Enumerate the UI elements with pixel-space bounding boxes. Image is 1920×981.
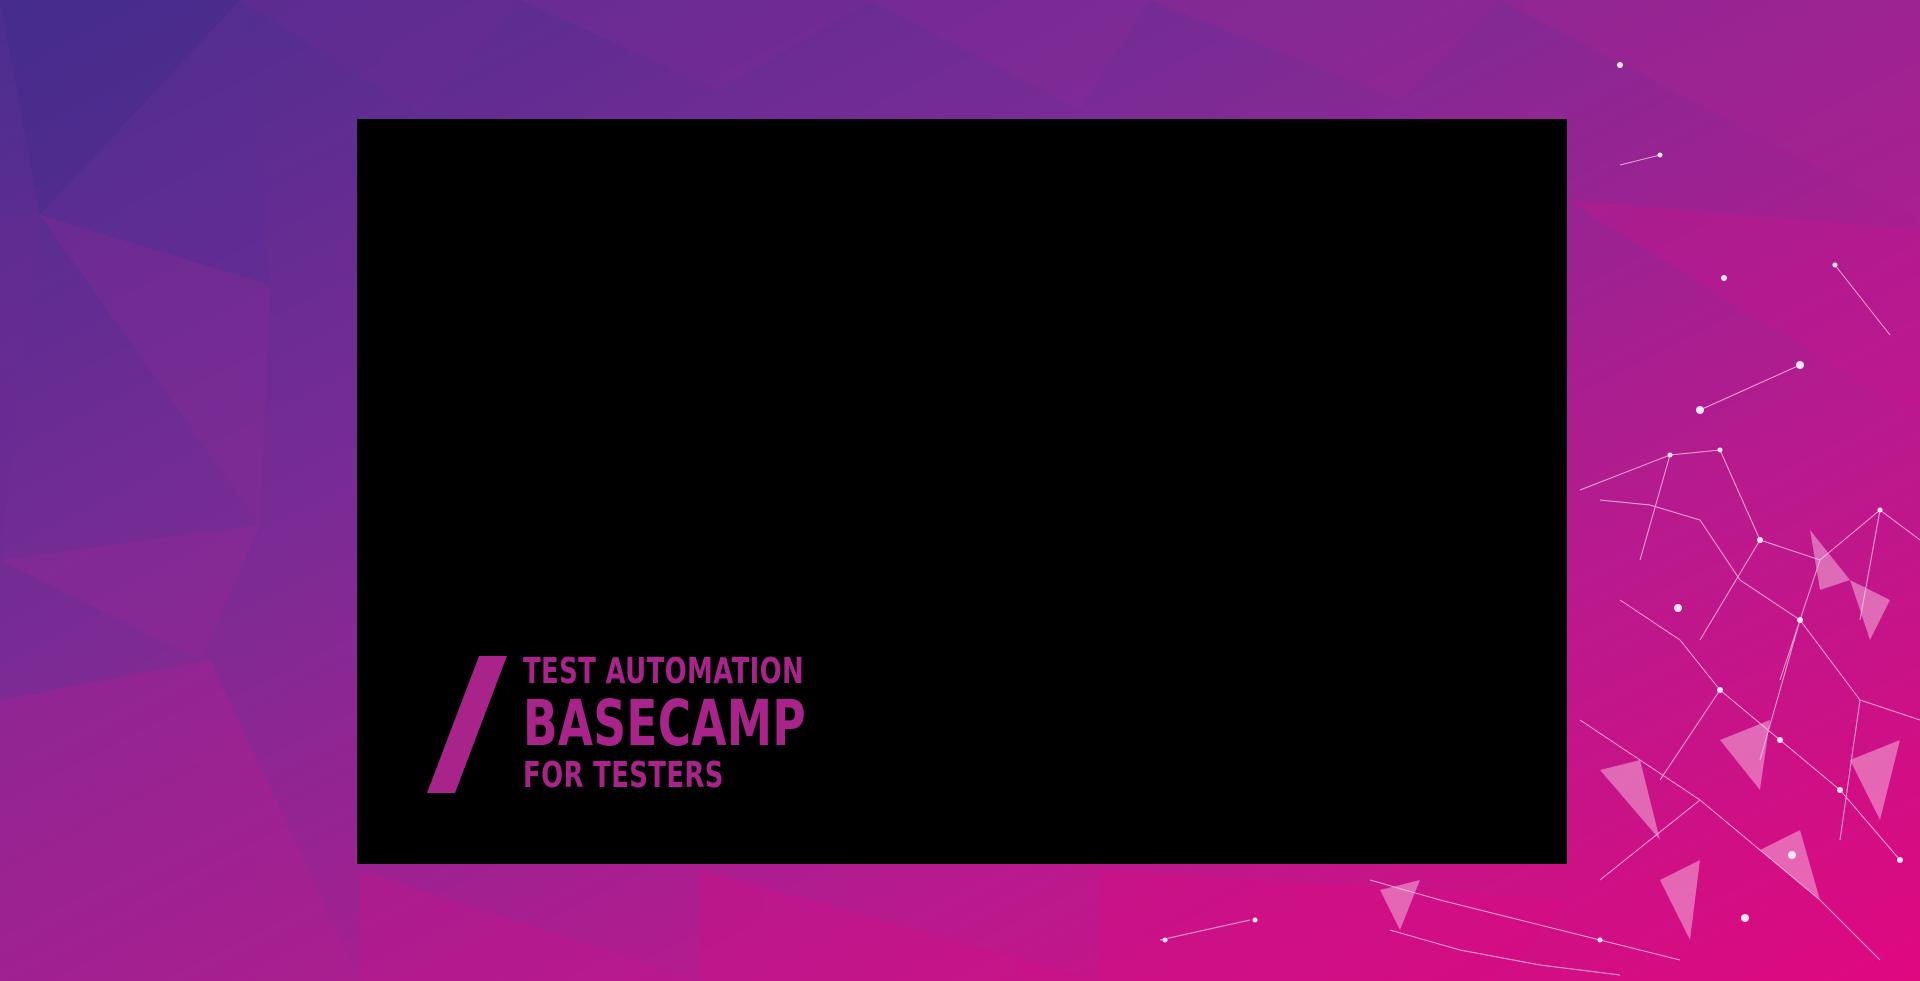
video-player[interactable]: TEST AUTOMATION BASECAMP FOR TESTERS	[357, 119, 1567, 864]
logo-line-test-automation: TEST AUTOMATION	[523, 651, 805, 692]
logo-line-for-testers: FOR TESTERS	[523, 755, 724, 796]
brand-logo-text: TEST AUTOMATION BASECAMP FOR TESTERS	[523, 652, 806, 796]
logo-line-basecamp: BASECAMP	[523, 687, 806, 760]
slash-icon	[427, 656, 507, 793]
